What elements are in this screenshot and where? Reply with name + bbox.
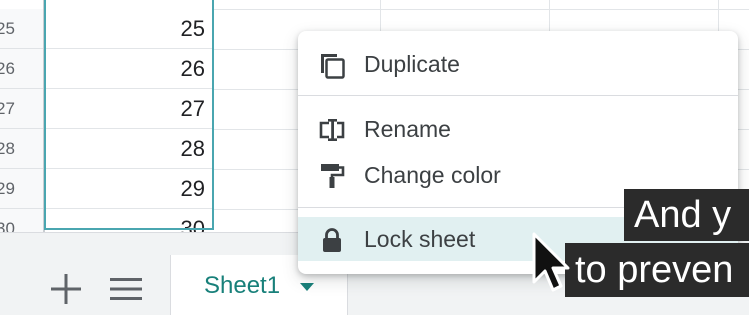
selection-border [44,0,46,230]
menu-item-label: Duplicate [364,51,460,77]
selection-border [44,228,214,230]
cell-a25[interactable]: 25 [45,9,214,49]
row-header[interactable]: 25 [0,9,44,49]
grid-line [214,9,749,10]
add-sheet-button[interactable] [44,269,88,309]
selection-border [212,0,214,230]
row-header[interactable]: 26 [0,49,44,89]
mouse-cursor-icon [532,232,570,292]
row-header[interactable]: 28 [0,129,44,169]
menu-item-label: Rename [364,116,451,142]
menu-item-label: Lock sheet [364,226,476,252]
cell-a27[interactable]: 27 [45,89,214,129]
plus-icon [51,274,81,304]
cell-a28[interactable]: 28 [45,129,214,169]
video-caption-line: And y [624,189,749,241]
menu-icon [110,278,142,300]
row-header[interactable]: 29 [0,169,44,209]
paint-roller-icon [321,164,345,188]
cell-a29[interactable]: 29 [45,169,214,209]
rename-icon [319,119,345,141]
all-sheets-button[interactable] [104,269,148,309]
duplicate-icon [321,54,345,79]
menu-item-label: Change color [364,162,501,188]
lock-icon [323,228,341,252]
video-caption-line: to preven [565,243,749,297]
menu-divider [298,95,738,96]
caret-down-icon[interactable] [300,282,315,291]
sheet-tab-label: Sheet1 [204,271,281,299]
cell-a26[interactable]: 26 [45,49,214,89]
menu-item-duplicate[interactable]: Duplicate [298,42,738,86]
menu-item-rename[interactable]: Rename [298,107,738,151]
row-header[interactable]: 27 [0,89,44,129]
spreadsheet-screen: 25 26 27 28 29 30 25 26 27 28 29 30 [0,0,749,315]
